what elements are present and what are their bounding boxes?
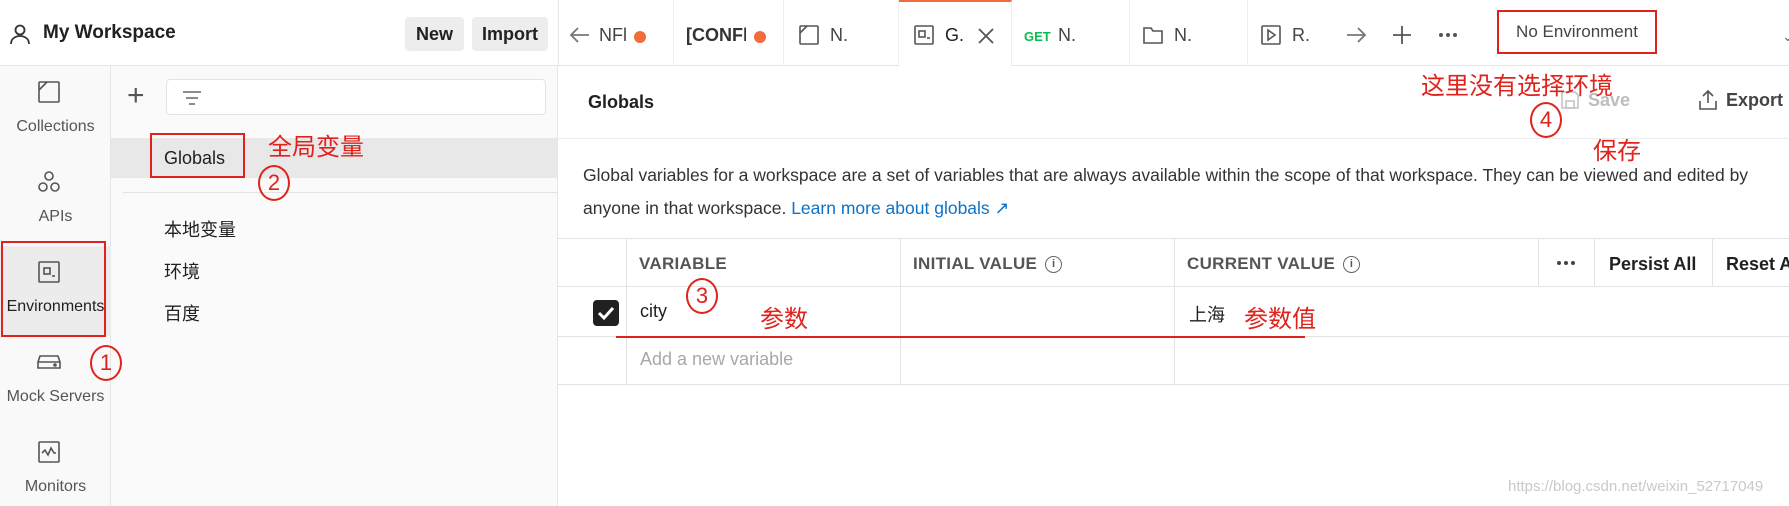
tab-label: R. xyxy=(1292,25,1310,45)
column-header-initial-value: INITIAL VALUE i xyxy=(913,254,1063,274)
arrow-right-icon[interactable] xyxy=(1345,24,1367,46)
header-label: CURRENT VALUE xyxy=(1187,254,1336,273)
divider xyxy=(123,192,558,193)
annotation-param-value-text: 参数值 xyxy=(1244,305,1316,333)
play-icon xyxy=(1261,25,1281,45)
chevron-down-icon[interactable]: ⌄ xyxy=(1782,28,1789,45)
info-icon[interactable]: i xyxy=(1045,256,1063,274)
more-icon[interactable] xyxy=(1437,24,1459,46)
tab-label: [CONFl xyxy=(686,25,746,45)
sidebar-item-environment[interactable]: 本地变量 xyxy=(111,206,558,246)
learn-more-link[interactable]: Learn more about globals ↗ xyxy=(791,198,1009,218)
column-divider xyxy=(1174,238,1175,384)
tab-get-request[interactable]: GET N. xyxy=(1012,0,1130,66)
tab-label: N. xyxy=(1058,25,1076,45)
globals-description: Global variables for a workspace are a s… xyxy=(583,159,1783,225)
export-label: Export xyxy=(1726,90,1784,110)
tab-label: G. xyxy=(945,25,965,45)
table-border xyxy=(558,384,1789,385)
folder-icon xyxy=(1143,27,1163,44)
add-variable-input[interactable]: Add a new variable xyxy=(640,349,793,370)
annotation-number: 3 xyxy=(686,278,718,314)
close-icon[interactable] xyxy=(977,27,995,45)
collections-icon xyxy=(38,81,60,103)
import-button[interactable]: Import xyxy=(472,17,548,51)
persist-all-button[interactable]: Persist All xyxy=(1609,254,1696,275)
method-badge: GET xyxy=(1024,29,1051,44)
filter-input[interactable] xyxy=(166,79,546,115)
variable-name-cell[interactable]: city xyxy=(640,301,667,322)
rail-item-collections[interactable]: Collections xyxy=(0,66,111,156)
document-icon xyxy=(799,25,819,45)
add-environment-button[interactable]: + xyxy=(127,81,145,111)
column-divider xyxy=(626,238,627,384)
more-icon[interactable] xyxy=(1555,256,1577,270)
sidebar-item-environment[interactable]: 百度 xyxy=(111,290,558,330)
sidebar-item-label: 本地变量 xyxy=(164,220,236,240)
arrow-left-icon xyxy=(569,27,589,43)
column-divider xyxy=(1538,238,1539,286)
watermark: https://blog.csdn.net/weixin_52717049 xyxy=(1508,478,1764,495)
apis-icon xyxy=(38,171,60,192)
workspace-title[interactable]: My Workspace xyxy=(43,22,176,44)
new-button[interactable]: New xyxy=(405,17,464,51)
sidebar-item-environment[interactable]: 环境 xyxy=(111,248,558,288)
tab-folder[interactable]: N. xyxy=(1130,0,1248,66)
header-label: VARIABLE xyxy=(639,254,728,273)
user-icon[interactable] xyxy=(8,22,32,46)
column-divider xyxy=(1712,238,1713,286)
rail-label: Monitors xyxy=(24,478,87,495)
rail-label: Collections xyxy=(16,118,95,135)
row-enabled-checkbox[interactable] xyxy=(593,300,619,326)
description-text: Global variables for a workspace are a s… xyxy=(583,165,1749,218)
sidebar-item-label: 百度 xyxy=(164,304,200,324)
column-header-variable: VARIABLE xyxy=(639,254,727,274)
export-icon xyxy=(1699,90,1717,110)
tab-request-1[interactable]: NFl xyxy=(559,0,674,66)
workspace-header: My Workspace New Import xyxy=(0,0,558,66)
check-icon xyxy=(597,306,615,321)
page-title: Globals xyxy=(588,92,655,112)
tab-request-3[interactable]: N. xyxy=(784,0,899,66)
annotation-number: 2 xyxy=(258,165,290,201)
filter-icon xyxy=(183,91,201,105)
tab-globals[interactable]: G. xyxy=(899,0,1012,66)
annotation-box-globals xyxy=(150,133,245,178)
server-icon xyxy=(37,355,61,369)
info-icon[interactable]: i xyxy=(1343,256,1361,274)
tab-label: NFl xyxy=(599,25,627,45)
current-value-cell[interactable]: 上海 xyxy=(1189,301,1225,327)
annotation-save-text: 保存 xyxy=(1593,137,1641,165)
plus-icon[interactable] xyxy=(1391,24,1413,46)
rail-label: APIs xyxy=(38,208,73,225)
annotation-param-text: 参数 xyxy=(760,305,808,333)
annotation-no-env-text: 这里没有选择环境 xyxy=(1421,72,1613,100)
annotation-globals-text: 全局变量 xyxy=(268,133,364,161)
rail-item-monitors[interactable]: Monitors xyxy=(0,426,111,506)
rail-label: Mock Servers xyxy=(6,388,105,405)
tab-request-2[interactable]: [CONFl xyxy=(674,0,784,66)
header-label: INITIAL VALUE xyxy=(913,254,1038,273)
export-button[interactable]: Export xyxy=(1699,90,1784,111)
rail-item-apis[interactable]: APIs xyxy=(0,156,111,246)
monitor-icon xyxy=(38,441,60,463)
tab-runner[interactable]: R. xyxy=(1248,0,1340,66)
unsaved-dot xyxy=(634,31,646,43)
unsaved-dot xyxy=(754,31,766,43)
column-divider xyxy=(900,238,901,384)
annotation-box-environments xyxy=(1,241,106,337)
column-header-current-value: CURRENT VALUE i xyxy=(1187,254,1361,274)
environment-selector[interactable]: No Environment xyxy=(1497,10,1657,54)
column-divider xyxy=(1594,238,1595,286)
annotation-underline xyxy=(616,336,1305,338)
annotation-number: 1 xyxy=(90,345,122,381)
annotation-number: 4 xyxy=(1530,102,1562,138)
tab-label: N. xyxy=(830,25,848,45)
sidebar-item-label: 环境 xyxy=(164,262,200,282)
tab-label: N. xyxy=(1174,25,1192,45)
environment-icon xyxy=(914,25,934,45)
reset-all-button[interactable]: Reset All xyxy=(1726,254,1789,275)
